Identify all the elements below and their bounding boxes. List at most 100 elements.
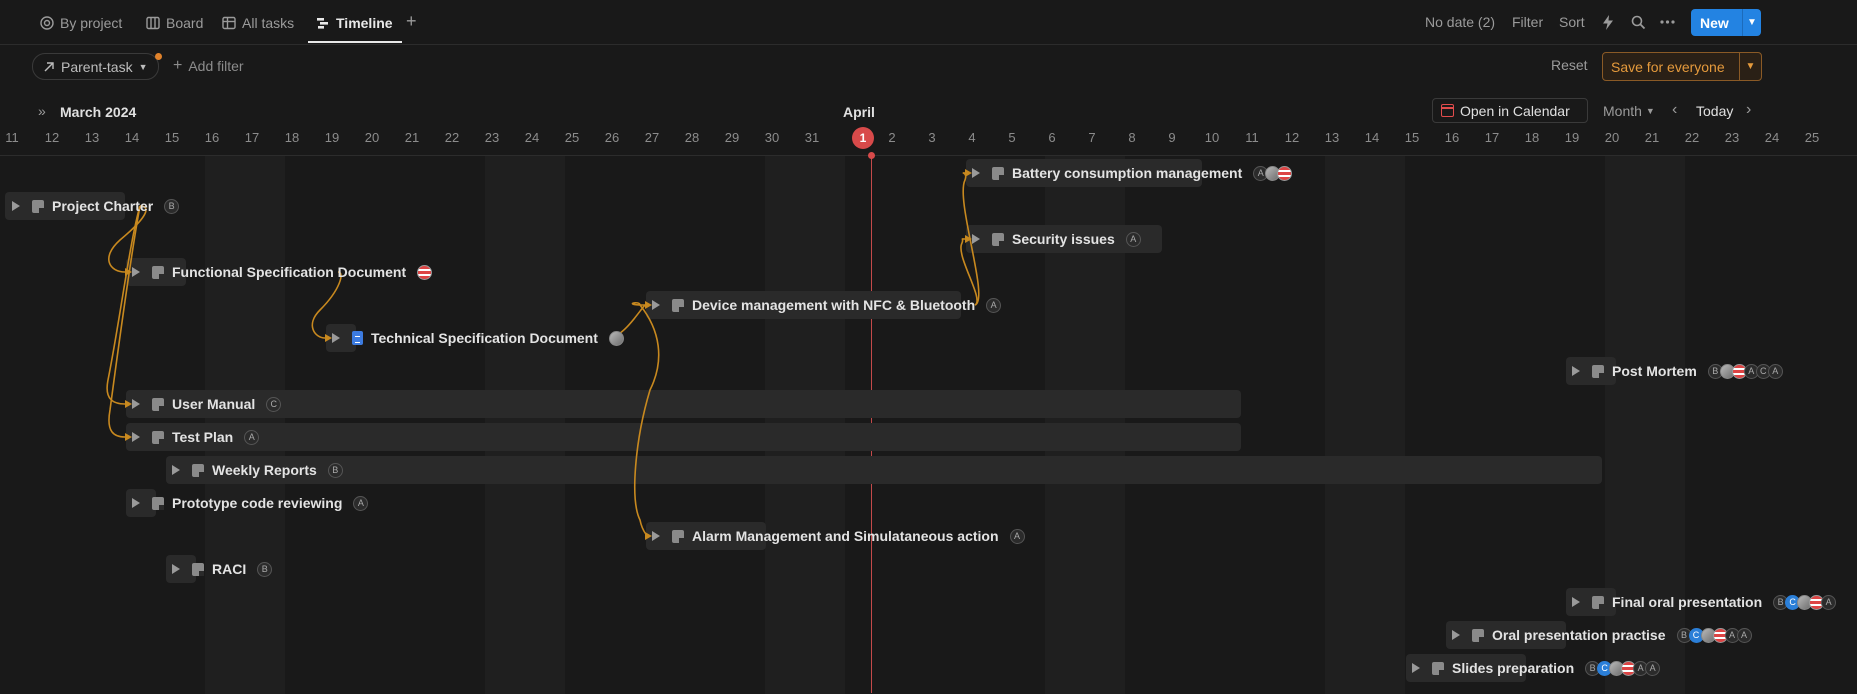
task-row[interactable]: Slides preparation B C A A <box>1412 654 1661 682</box>
task-title[interactable]: Test Plan <box>172 429 233 445</box>
task-row[interactable]: User Manual C <box>132 390 282 418</box>
avatar[interactable] <box>417 264 433 280</box>
assignee-group: B <box>161 198 180 214</box>
assignee-group: BACA <box>1705 363 1783 379</box>
assignee-initial[interactable]: A <box>1009 528 1025 544</box>
expand-triangle-icon[interactable] <box>652 300 660 310</box>
page-icon <box>152 397 164 411</box>
expand-triangle-icon[interactable] <box>172 465 180 475</box>
page-icon <box>152 496 164 510</box>
expand-triangle-icon[interactable] <box>972 168 980 178</box>
expand-triangle-icon[interactable] <box>1572 597 1580 607</box>
page-icon <box>1432 661 1444 675</box>
task-title[interactable]: Slides preparation <box>1452 660 1574 676</box>
expand-triangle-icon[interactable] <box>132 432 140 442</box>
arrowhead <box>125 433 132 441</box>
assignee-group: A <box>1250 165 1293 181</box>
expand-triangle-icon[interactable] <box>132 267 140 277</box>
expand-triangle-icon[interactable] <box>172 564 180 574</box>
assignee-group: A <box>241 429 260 445</box>
assignee-group: A <box>1123 231 1141 247</box>
task-title[interactable]: User Manual <box>172 396 255 412</box>
task-title[interactable]: Functional Specification Document <box>172 264 406 280</box>
assignee-initial[interactable]: A <box>244 429 260 445</box>
assignee-group: A <box>983 297 1002 313</box>
avatar[interactable] <box>1277 165 1293 181</box>
assignee-initial[interactable]: B <box>257 561 273 577</box>
expand-triangle-icon[interactable] <box>1412 663 1420 673</box>
task-row[interactable]: Weekly Reports B <box>172 456 343 484</box>
task-title[interactable]: Technical Specification Document <box>371 330 598 346</box>
task-title[interactable]: Project Charter <box>52 198 153 214</box>
expand-triangle-icon[interactable] <box>1572 366 1580 376</box>
page-icon <box>32 199 44 213</box>
task-title[interactable]: Prototype code reviewing <box>172 495 342 511</box>
task-row[interactable]: Prototype code reviewing A <box>132 489 369 517</box>
dependency-arrow <box>631 302 660 537</box>
page-icon <box>992 232 1004 246</box>
assignee-group: C <box>263 396 282 412</box>
task-title[interactable]: Oral presentation practise <box>1492 627 1666 643</box>
page-icon <box>192 463 204 477</box>
task-row[interactable]: Functional Specification Document <box>132 258 433 286</box>
task-row[interactable]: Device management with NFC & Bluetooth A <box>652 291 1002 319</box>
expand-triangle-icon[interactable] <box>972 234 980 244</box>
task-title[interactable]: Device management with NFC & Bluetooth <box>692 297 975 313</box>
assignee-initial[interactable]: A <box>1821 594 1837 610</box>
page-icon <box>1592 364 1604 378</box>
assignee-group: BCAA <box>1582 660 1661 676</box>
assignee-initial[interactable]: A <box>1645 660 1661 676</box>
assignee-initial[interactable]: C <box>266 396 282 412</box>
assignee-initial[interactable]: B <box>327 462 343 478</box>
assignee-group: BCAA <box>1674 627 1752 643</box>
task-title[interactable]: Weekly Reports <box>212 462 317 478</box>
task-title[interactable]: Security issues <box>1012 231 1115 247</box>
expand-triangle-icon[interactable] <box>652 531 660 541</box>
arrowhead <box>645 532 652 540</box>
assignee-initial[interactable]: A <box>1125 231 1141 247</box>
assignee-initial[interactable]: A <box>1767 363 1783 379</box>
assignee-group: B <box>254 561 273 577</box>
page-icon <box>672 529 684 543</box>
task-row[interactable]: Technical Specification Document <box>332 324 624 352</box>
task-row[interactable]: Test Plan A <box>132 423 260 451</box>
task-row[interactable]: Security issues A <box>972 225 1141 253</box>
page-icon <box>192 562 204 576</box>
assignee-initial[interactable]: B <box>164 198 180 214</box>
task-title[interactable]: Battery consumption management <box>1012 165 1242 181</box>
task-row[interactable]: Project Charter B <box>12 192 180 220</box>
expand-triangle-icon[interactable] <box>12 201 20 211</box>
page-icon <box>992 166 1004 180</box>
assignee-group: A <box>350 495 369 511</box>
task-row[interactable]: Final oral presentation B C A <box>1572 588 1837 616</box>
expand-triangle-icon[interactable] <box>1452 630 1460 640</box>
assignee-group: BCA <box>1770 594 1837 610</box>
expand-triangle-icon[interactable] <box>332 333 340 343</box>
page-icon <box>152 265 164 279</box>
page-icon <box>672 298 684 312</box>
task-title[interactable]: Alarm Management and Simulataneous actio… <box>692 528 999 544</box>
page-icon <box>1592 595 1604 609</box>
arrowhead <box>645 301 652 309</box>
document-icon <box>352 331 363 345</box>
expand-triangle-icon[interactable] <box>132 498 140 508</box>
task-title[interactable]: RACI <box>212 561 246 577</box>
task-title[interactable]: Final oral presentation <box>1612 594 1762 610</box>
assignee-initial[interactable]: A <box>986 297 1002 313</box>
task-row[interactable]: Battery consumption management A <box>972 159 1293 187</box>
expand-triangle-icon[interactable] <box>132 399 140 409</box>
assignee-group <box>606 330 624 346</box>
arrowhead <box>325 334 332 342</box>
task-row[interactable]: Alarm Management and Simulataneous actio… <box>652 522 1025 550</box>
page-icon <box>1472 628 1484 642</box>
task-row[interactable]: RACI B <box>172 555 273 583</box>
task-row[interactable]: Oral presentation practise B C A A <box>1452 621 1752 649</box>
avatar[interactable] <box>608 330 624 346</box>
page-icon <box>152 430 164 444</box>
assignee-initial[interactable]: A <box>353 495 369 511</box>
arrowhead <box>125 400 132 408</box>
assignee-initial[interactable]: A <box>1736 627 1752 643</box>
assignee-group: A <box>1007 528 1025 544</box>
task-title[interactable]: Post Mortem <box>1612 363 1697 379</box>
task-row[interactable]: Post Mortem B A C A <box>1572 357 1783 385</box>
